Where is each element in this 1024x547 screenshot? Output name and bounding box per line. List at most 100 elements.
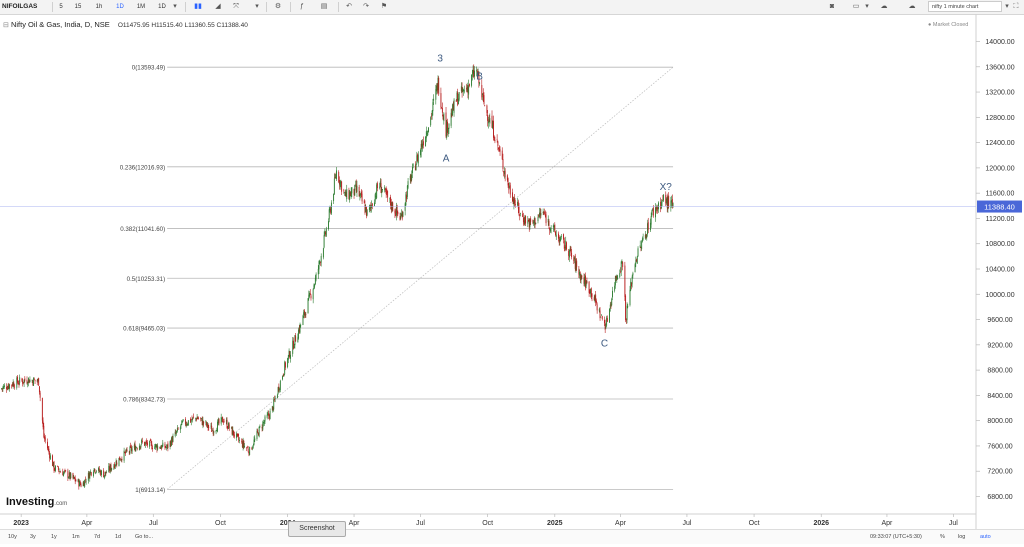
candle-body [57, 465, 59, 467]
fibonacci-retracement[interactable]: 0(13593.49) 0.236(12016.93) 0.382(11041.60… [120, 65, 674, 494]
candle-body [440, 93, 442, 108]
candle-body [522, 213, 524, 217]
candle-body [279, 380, 281, 390]
candle-body [534, 218, 536, 226]
interval-1h[interactable]: 1h [92, 0, 106, 14]
candle-body [302, 315, 304, 325]
candle-body [310, 295, 312, 299]
candle-body [274, 398, 276, 399]
fib-level-label: 0.5(10253.31) [127, 276, 166, 283]
interval-1d[interactable]: 1D [113, 0, 127, 14]
candle-body [555, 231, 556, 236]
candle-body [629, 289, 631, 306]
candles-icon[interactable]: ▮▮ [192, 0, 204, 14]
fullscreen-icon[interactable]: ⛶ [1010, 0, 1022, 14]
candle-body [627, 306, 629, 308]
clock-readout[interactable]: 09:33:07 (UTC+5:30) [870, 530, 922, 544]
candle-body [226, 419, 228, 429]
compare-icon[interactable]: ⤧ [230, 0, 242, 14]
undo-icon[interactable]: ↶ [343, 0, 355, 14]
log-toggle[interactable]: log [958, 530, 965, 544]
candle-body [19, 377, 21, 383]
candle-body [463, 89, 465, 92]
interval-5[interactable]: 5 [56, 0, 66, 14]
candle-body [619, 273, 621, 278]
redo-icon[interactable]: ↷ [360, 0, 372, 14]
candle-body [458, 92, 460, 100]
price-tick-label: 9200.00 [987, 342, 1012, 349]
candle-body [394, 210, 396, 214]
templates-icon[interactable]: ▤ [318, 0, 330, 14]
symbol-label[interactable]: NIFOILGAS [2, 0, 37, 14]
candle-body [443, 113, 445, 122]
candle-body [502, 159, 504, 169]
candle-body [658, 202, 659, 210]
candle-body [471, 74, 473, 86]
indicators-icon[interactable]: ƒ [296, 0, 308, 14]
candle-body [95, 471, 97, 472]
candle-body [647, 222, 649, 230]
auto-toggle[interactable]: auto [980, 530, 991, 544]
time-tick-label: Apr [615, 520, 627, 527]
search-input[interactable]: nifty 1 minute chart [928, 1, 1002, 12]
candle-body [263, 421, 265, 424]
time-tick-label: 2023 [13, 520, 29, 527]
candle-body [155, 444, 156, 448]
cloud-save-icon[interactable]: ☁ [878, 0, 890, 14]
candle-body [507, 178, 509, 186]
chevron-down-icon[interactable]: ▾ [252, 0, 262, 14]
layout-icon[interactable]: ▭ [850, 0, 862, 14]
candle-body [571, 252, 573, 258]
candle-body [407, 181, 409, 188]
candle-body [417, 154, 419, 164]
candle-body [90, 472, 92, 476]
goto-button[interactable]: Go to... [135, 530, 153, 544]
candle-body [399, 216, 401, 220]
candle-body [293, 346, 295, 348]
candle-body [336, 170, 337, 180]
candle-body [651, 210, 653, 216]
candle-body [136, 447, 137, 448]
interval-1m[interactable]: 1M [134, 0, 148, 14]
price-tick-label: 8400.00 [987, 393, 1012, 400]
camera-icon[interactable]: ◙ [826, 0, 838, 14]
range-1d[interactable]: 1d [115, 530, 121, 544]
candle-body [6, 389, 8, 390]
percent-toggle[interactable]: % [940, 530, 945, 544]
wave-label: A [443, 154, 450, 165]
candle-body [652, 207, 654, 216]
candle-body [605, 327, 607, 329]
price-axis[interactable]: 14000.00 13600.00 13200.00 12800.00 12400.00… [976, 39, 1015, 501]
range-10y[interactable]: 10y [8, 530, 17, 544]
candle-body [17, 376, 18, 383]
candle-body [376, 183, 378, 189]
candle-body [514, 198, 516, 204]
candle-body [116, 462, 118, 465]
candle-body [496, 139, 498, 140]
range-7d[interactable]: 7d [94, 530, 100, 544]
gear-icon[interactable]: ⚙ [272, 0, 284, 14]
range-1y[interactable]: 1y [51, 530, 57, 544]
candle-body [344, 192, 346, 193]
cloud-load-icon[interactable]: ☁ [906, 0, 918, 14]
candle-body [328, 209, 330, 220]
range-1m[interactable]: 1m [72, 530, 80, 544]
chevron-down-icon[interactable]: ▾ [171, 0, 179, 14]
price-chart[interactable]: 0(13593.49) 0.236(12016.93) 0.382(11041.60… [0, 14, 1024, 529]
area-chart-icon[interactable]: ◢ [212, 0, 224, 14]
candle-body [622, 262, 624, 267]
interval-15[interactable]: 15 [72, 0, 84, 14]
candle-body [43, 425, 45, 437]
candle-body [486, 105, 488, 113]
candle-body [397, 211, 399, 215]
interval-dropdown[interactable]: 1D [155, 0, 169, 14]
alert-icon[interactable]: ⚑ [378, 0, 390, 14]
candle-body [14, 386, 16, 388]
candle-body [455, 100, 457, 102]
range-3y[interactable]: 3y [30, 530, 36, 544]
candle-body [182, 419, 184, 421]
chevron-down-icon[interactable]: ▾ [863, 0, 871, 14]
time-axis[interactable]: 2023AprJulOct2024AprJulOct2025AprJulOct2… [13, 514, 958, 527]
candle-body [274, 399, 275, 400]
candle-body [555, 234, 557, 237]
